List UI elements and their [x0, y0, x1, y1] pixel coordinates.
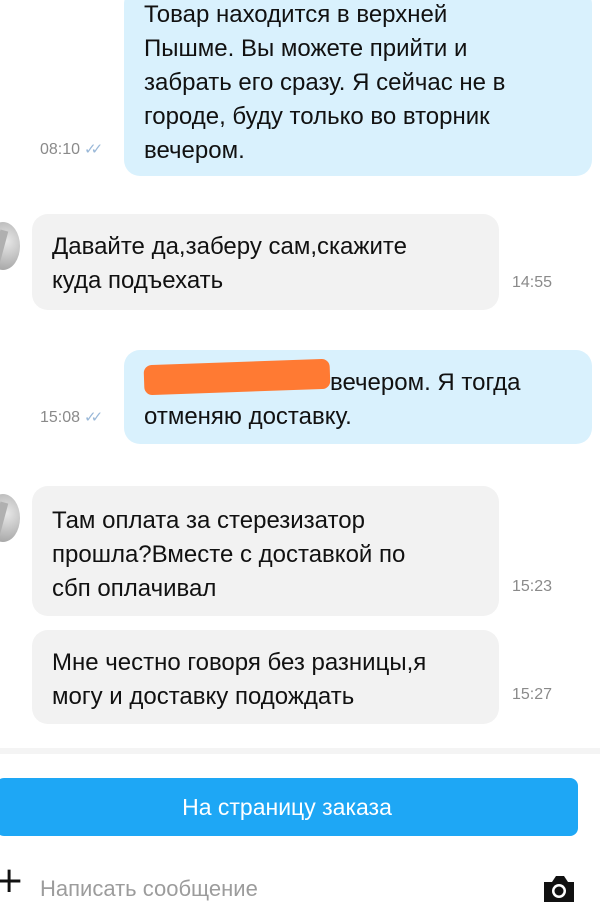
double-check-icon: ✓✓: [84, 141, 103, 158]
message-bubble-incoming[interactable]: Мне честно говоря без разницы,я могу и д…: [32, 630, 499, 724]
message-text: Давайте да,заберу сам,скажите куда подъе…: [52, 233, 407, 294]
message-time: 14:55: [512, 274, 552, 292]
message-text: Там оплата за стерезизатор прошла?Вместе…: [52, 507, 406, 602]
time-label: 08:10: [40, 141, 81, 158]
time-label: 15:08: [40, 409, 81, 426]
message-time: 15:23: [512, 578, 552, 596]
message-bubble-incoming[interactable]: Там оплата за стерезизатор прошла?Вместе…: [32, 486, 499, 616]
message-text: Мне честно говоря без разницы,я могу и д…: [52, 649, 427, 710]
message-text: Товар находится в верхней Пышме. Вы може…: [144, 1, 506, 164]
message-composer: +: [0, 860, 600, 904]
chat-history[interactable]: Товар находится в верхней Пышме. Вы може…: [0, 0, 600, 750]
message-bubble-outgoing[interactable]: Товар находится в верхней Пышме. Вы може…: [124, 0, 592, 176]
avatar[interactable]: [0, 494, 20, 542]
message-input[interactable]: [40, 874, 510, 904]
message-time: 08:10 ✓✓: [40, 140, 103, 159]
divider: [0, 748, 600, 754]
double-check-icon: ✓✓: [84, 409, 103, 426]
message-bubble-incoming[interactable]: Давайте да,заберу сам,скажите куда подъе…: [32, 214, 499, 310]
plus-icon[interactable]: +: [0, 863, 24, 899]
message-time: 15:08 ✓✓: [40, 408, 103, 427]
message-time: 15:27: [512, 686, 552, 704]
order-page-button[interactable]: На страницу заказа: [0, 778, 578, 836]
time-label: 15:23: [512, 578, 553, 595]
message-bubble-outgoing[interactable]: вечером. Я тогда отменяю доставку.: [124, 350, 592, 444]
camera-icon[interactable]: [540, 872, 578, 902]
avatar[interactable]: [0, 222, 20, 270]
time-label: 15:27: [512, 686, 553, 703]
time-label: 14:55: [512, 274, 553, 291]
